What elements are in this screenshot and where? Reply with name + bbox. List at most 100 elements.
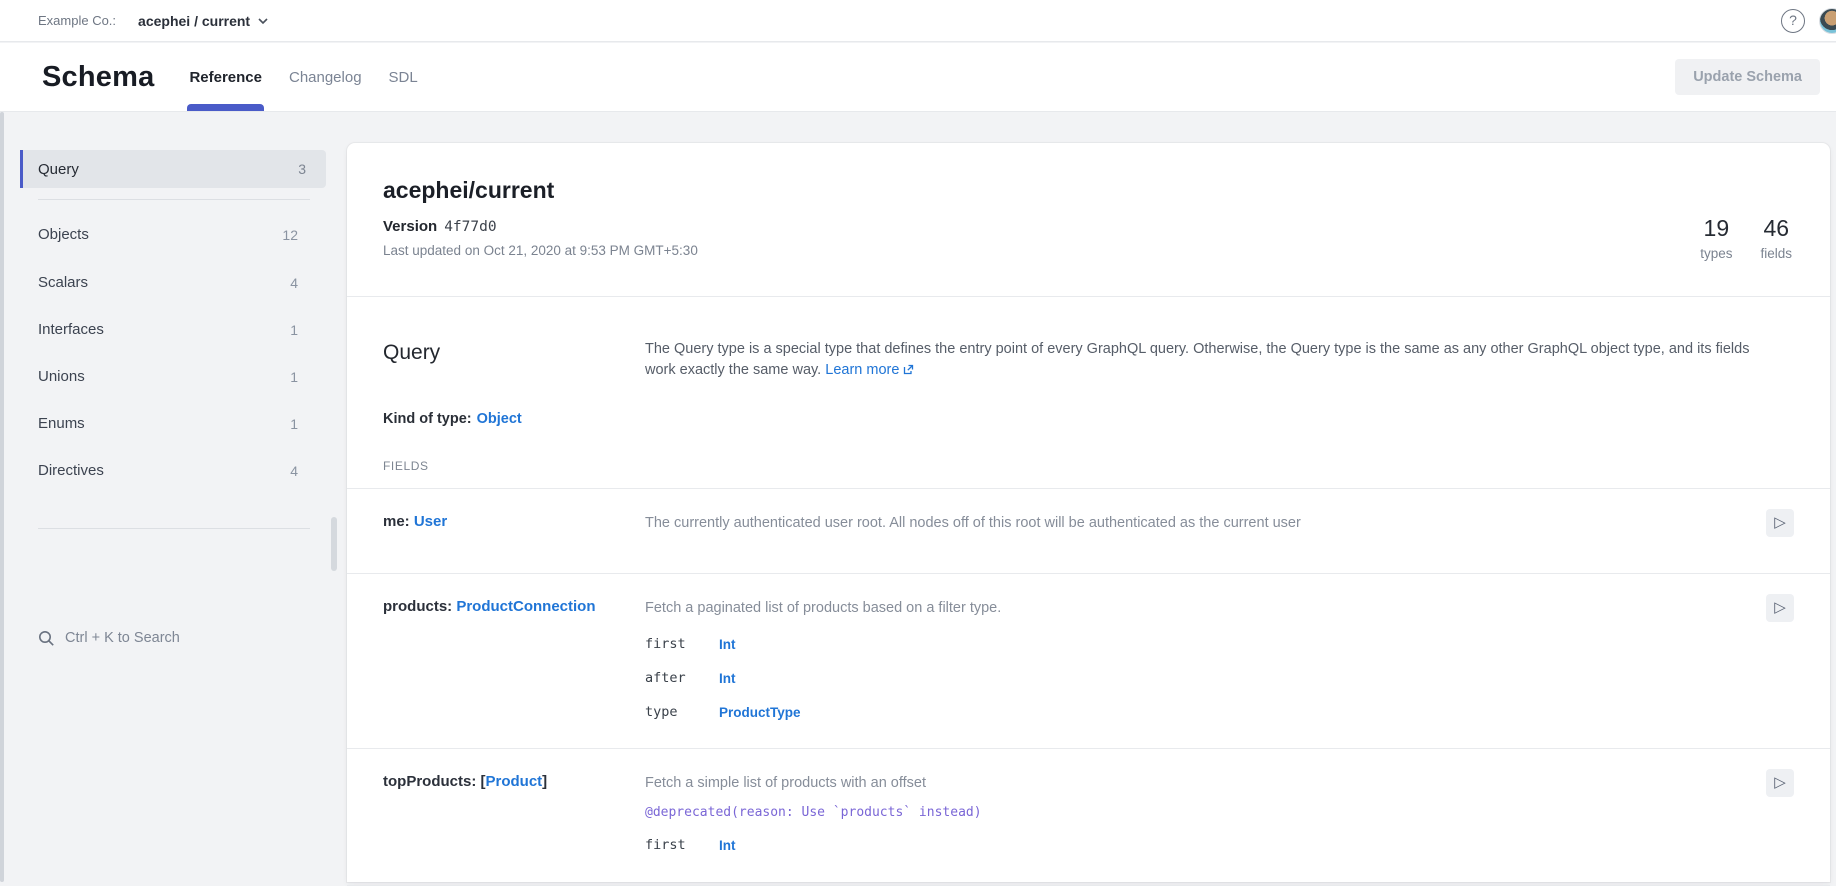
graph-selector-label: acephei / current — [138, 13, 250, 29]
last-updated: Last updated on Oct 21, 2020 at 9:53 PM … — [383, 243, 1794, 258]
field-row-products: products: ProductConnection Fetch a pagi… — [347, 574, 1830, 749]
update-schema-button[interactable]: Update Schema — [1675, 59, 1820, 95]
tab-sdl[interactable]: SDL — [388, 43, 419, 111]
help-icon[interactable]: ? — [1781, 9, 1805, 33]
play-icon: ▷ — [1774, 774, 1786, 791]
sidebar-item-label: Objects — [20, 226, 89, 243]
sidebar-item-label: Interfaces — [20, 321, 104, 338]
sidebar-item-label: Directives — [20, 462, 104, 479]
field-description: Fetch a simple list of products with an … — [645, 773, 1726, 793]
sidebar: Query 3 Objects 12 Scalars 4 Interfaces … — [8, 112, 340, 882]
field-type-link[interactable]: Product — [486, 773, 543, 790]
version-label: Version — [383, 218, 437, 235]
kind-of-type-link[interactable]: Object — [477, 411, 522, 427]
schema-reference-panel: acephei/current Version 4f77d0 Last updat… — [347, 143, 1830, 882]
graph-selector[interactable]: acephei / current — [138, 13, 268, 29]
deprecated-annotation: @deprecated(reason: Use `products` inste… — [645, 805, 1726, 823]
field-args: first Int after Int type ProductType — [645, 634, 1726, 722]
page-scrollbar-thumb[interactable] — [0, 112, 4, 882]
arg-name: first — [645, 636, 700, 652]
sidebar-item-label: Enums — [20, 415, 85, 432]
search-icon — [38, 630, 55, 647]
sidebar-item-count: 12 — [282, 227, 326, 243]
sidebar-item-count: 4 — [290, 275, 326, 291]
schema-header: Schema Reference Changelog SDL Update Sc… — [0, 43, 1836, 112]
stat-fields-label: fields — [1760, 246, 1792, 261]
sidebar-item-interfaces[interactable]: Interfaces 1 — [20, 306, 326, 353]
sidebar-item-count: 1 — [290, 369, 326, 385]
arg-type-link[interactable]: Int — [719, 637, 736, 652]
field-name: products: ProductConnection — [383, 598, 645, 736]
page-title: Schema — [42, 61, 154, 94]
stat-types-label: types — [1700, 246, 1732, 261]
arg-row: first Int — [645, 835, 1726, 855]
chevron-down-icon — [258, 16, 268, 26]
arg-type-link[interactable]: ProductType — [719, 705, 801, 720]
field-description: The currently authenticated user root. A… — [645, 513, 1726, 533]
run-query-button[interactable]: ▷ — [1766, 769, 1794, 797]
type-section-header: Query The Query type is a special type t… — [347, 297, 1830, 381]
field-actions: ▷ — [1766, 773, 1794, 869]
stat-types: 19 types — [1700, 215, 1732, 261]
arg-type-link[interactable]: Int — [719, 838, 736, 853]
version-value: 4f77d0 — [444, 219, 496, 235]
graph-summary: acephei/current Version 4f77d0 Last updat… — [347, 143, 1830, 297]
avatar[interactable] — [1819, 8, 1836, 34]
run-query-button[interactable]: ▷ — [1766, 509, 1794, 537]
sidebar-item-count: 1 — [290, 322, 326, 338]
sidebar-item-label: Unions — [20, 368, 85, 385]
arg-name: after — [645, 670, 700, 686]
sidebar-item-objects[interactable]: Objects 12 — [20, 211, 326, 258]
play-icon: ▷ — [1774, 514, 1786, 531]
org-label: Example Co.: — [38, 13, 116, 28]
search-placeholder: Ctrl + K to Search — [65, 630, 180, 646]
fields-heading: FIELDS — [347, 427, 1830, 473]
sidebar-item-label: Scalars — [20, 274, 88, 291]
tab-reference-label: Reference — [189, 69, 262, 86]
type-description-text: The Query type is a special type that de… — [645, 341, 1749, 378]
sidebar-item-scalars[interactable]: Scalars 4 — [20, 259, 326, 306]
field-description: Fetch a paginated list of products based… — [645, 598, 1726, 618]
sidebar-item-unions[interactable]: Unions 1 — [20, 353, 326, 400]
sidebar-scrollbar-thumb[interactable] — [331, 517, 337, 571]
kind-of-type: Kind of type: Object — [347, 381, 1830, 427]
tab-changelog-label: Changelog — [289, 69, 362, 86]
sidebar-divider — [38, 528, 310, 529]
arg-type-link[interactable]: Int — [719, 671, 736, 686]
arg-name: type — [645, 704, 700, 720]
field-name-text: topProducts: [ — [383, 773, 486, 790]
field-name-suffix: ] — [542, 773, 547, 790]
tab-reference[interactable]: Reference — [188, 43, 263, 111]
arg-row: type ProductType — [645, 702, 1726, 722]
arg-name: first — [645, 837, 700, 853]
topbar-right: ? — [1781, 8, 1836, 34]
field-details: Fetch a simple list of products with an … — [645, 773, 1766, 869]
field-details: The currently authenticated user root. A… — [645, 513, 1766, 537]
graph-title: acephei/current — [383, 177, 1794, 204]
active-tab-underline — [187, 104, 264, 111]
sidebar-item-count: 3 — [298, 161, 326, 177]
field-type-link[interactable]: User — [414, 513, 447, 530]
tab-changelog[interactable]: Changelog — [288, 43, 363, 111]
schema-stats: 19 types 46 fields — [1700, 215, 1792, 261]
field-type-link[interactable]: ProductConnection — [456, 598, 595, 615]
field-actions: ▷ — [1766, 513, 1794, 537]
field-actions: ▷ — [1766, 598, 1794, 736]
top-bar: Example Co.: acephei / current ? — [0, 0, 1836, 42]
sidebar-divider — [38, 199, 310, 200]
field-args: first Int — [645, 835, 1726, 855]
arg-row: after Int — [645, 668, 1726, 688]
run-query-button[interactable]: ▷ — [1766, 594, 1794, 622]
search-input[interactable]: Ctrl + K to Search — [20, 624, 326, 652]
sidebar-item-label: Query — [23, 161, 79, 178]
sidebar-item-directives[interactable]: Directives 4 — [20, 447, 326, 494]
play-icon: ▷ — [1774, 599, 1786, 616]
sidebar-item-count: 4 — [290, 463, 326, 479]
sidebar-item-query[interactable]: Query 3 — [20, 150, 326, 188]
sidebar-item-count: 1 — [290, 416, 326, 432]
sidebar-item-enums[interactable]: Enums 1 — [20, 400, 326, 447]
field-name-text: me: — [383, 513, 414, 530]
kind-of-type-label: Kind of type: — [383, 411, 472, 427]
arg-row: first Int — [645, 634, 1726, 654]
learn-more-link[interactable]: Learn more — [825, 362, 899, 378]
